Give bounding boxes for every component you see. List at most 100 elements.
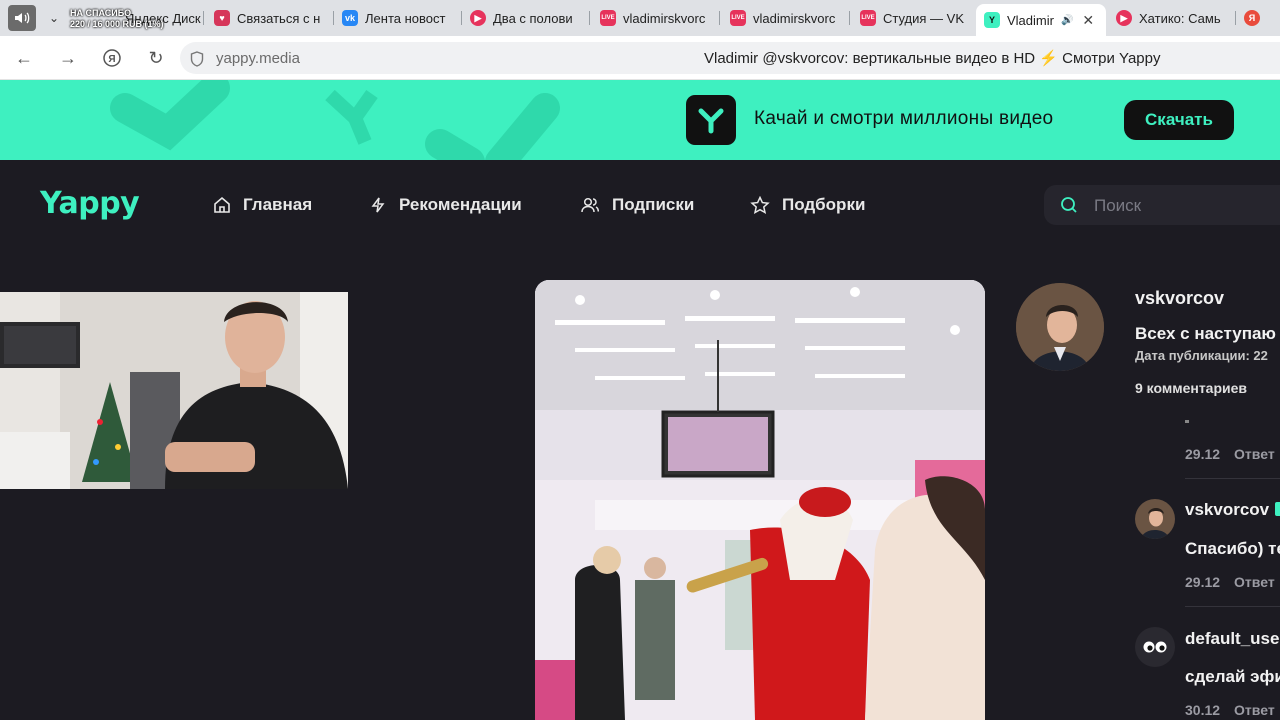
tab-title: Связаться с н — [237, 10, 321, 26]
yappy-icon: Y — [984, 12, 1000, 28]
nav-label: Подписки — [612, 195, 695, 214]
back-button[interactable]: ← — [12, 46, 36, 70]
comment-author-name: vskvorcov — [1185, 500, 1270, 519]
svg-text:Я: Я — [108, 54, 115, 65]
donation-progress: 220 / 16 000 RUB (1%) — [70, 19, 164, 29]
search-icon — [1061, 197, 1077, 213]
yandex-logo-icon: Я — [103, 49, 121, 67]
browser-tab[interactable]: vk Лента новост — [334, 4, 462, 32]
reload-button[interactable]: ↻ — [144, 46, 168, 70]
browser-tab[interactable]: LIVE vladimirskvorc — [722, 4, 850, 32]
tab-list-button[interactable]: ⌄ — [42, 5, 66, 31]
nav-item-subscriptions[interactable]: Подписки — [580, 195, 694, 215]
page-title: Vladimir @vskvorcov: вертикальные видео … — [704, 50, 1161, 67]
avatar-image — [1016, 283, 1104, 371]
browser-tab[interactable]: Я — [1236, 4, 1280, 32]
comment-avatar[interactable] — [1135, 499, 1175, 539]
yappy-logo-icon — [698, 108, 724, 134]
webcam-image — [0, 292, 348, 489]
download-button[interactable]: Скачать — [1124, 100, 1234, 140]
browser-tab[interactable]: ▶ Два с полови — [462, 4, 590, 32]
live-icon: LIVE — [730, 10, 746, 26]
verified-badge-icon — [1275, 502, 1280, 516]
tab-audio-button[interactable] — [8, 5, 36, 31]
promo-text: Качай и смотри миллионы видео — [754, 108, 1054, 129]
comment-meta: 30.12 Ответ — [1185, 702, 1275, 718]
search-placeholder: Поиск — [1094, 196, 1142, 215]
forward-button[interactable]: → — [56, 46, 80, 70]
arrow-right-icon: → — [59, 47, 77, 68]
tab-title: Лента новост — [365, 10, 446, 26]
comment-author-name[interactable]: default_user — [1185, 629, 1280, 649]
comment-divider — [1185, 606, 1280, 607]
comment-text: сделай эфи — [1185, 667, 1280, 686]
tab-title: Два с полови — [493, 10, 573, 26]
app-promo-banner: Качай и смотри миллионы видео Скачать — [0, 80, 1280, 160]
comment-divider — [1185, 478, 1280, 479]
chevron-down-icon: ⌄ — [48, 11, 60, 25]
tab-title: Vladimir — [1007, 12, 1054, 28]
heart-icon: ♥ — [214, 10, 230, 26]
comment-date: 29.12 — [1185, 446, 1221, 462]
browser-tab[interactable]: ♥ Связаться с н — [206, 4, 334, 32]
nav-item-collections[interactable]: Подборки — [750, 195, 865, 215]
author-avatar[interactable] — [1016, 283, 1104, 371]
default-avatar-eyes-icon — [1143, 641, 1167, 653]
site-header: Yappy Главная Рекомендации Подписки Подб… — [0, 160, 1280, 250]
vk-icon: vk — [342, 10, 358, 26]
comment-date: 29.12 — [1185, 574, 1221, 590]
comment-text: Спасибо) те — [1185, 539, 1280, 558]
live-icon: LIVE — [600, 10, 616, 26]
tab-title: Хатико: Самь — [1139, 10, 1221, 26]
url-text[interactable]: yappy.media — [216, 50, 300, 67]
author-name[interactable]: vskvorcov — [1135, 288, 1224, 309]
tab-title: vladimirskvorc — [753, 10, 836, 26]
close-icon[interactable]: ✕ — [1082, 12, 1094, 29]
speaker-icon[interactable]: 🔊 — [1061, 15, 1073, 26]
browser-tab[interactable]: LIVE vladimirskvorc — [592, 4, 720, 32]
video-frame — [535, 280, 985, 720]
yappy-app-logo — [686, 95, 736, 145]
yandex-home-button[interactable]: Я — [100, 46, 124, 70]
nav-item-home[interactable]: Главная — [213, 195, 312, 215]
nav-item-recommendations[interactable]: Рекомендации — [369, 195, 522, 215]
publication-date: Дата публикации: 22 — [1135, 348, 1268, 363]
play-icon: ▶ — [1116, 10, 1132, 26]
speaker-icon — [15, 12, 30, 24]
browser-tab[interactable]: LIVE Студия — VK — [852, 4, 974, 32]
arrow-left-icon: ← — [15, 47, 33, 68]
nav-label: Подборки — [782, 195, 866, 214]
comment-author[interactable]: vskvorcov — [1185, 500, 1280, 520]
nav-label: Главная — [243, 195, 313, 214]
reply-button[interactable]: Ответ — [1234, 446, 1275, 462]
address-bar: ← → Я ↻ yappy.media Vladimir @vskvorcov:… — [0, 36, 1280, 80]
post-description: Всех с наступаю — [1135, 324, 1276, 343]
yappy-logo[interactable]: Yappy — [40, 186, 140, 221]
browser-tab-active[interactable]: Y Vladimir 🔊 ✕ — [976, 4, 1106, 36]
comment-meta: 29.12 Ответ — [1185, 574, 1275, 590]
donation-title: НА СПАСИБО — [70, 8, 132, 18]
comment-date: 30.12 — [1185, 702, 1221, 718]
browser-tab[interactable]: ▶ Хатико: Самь — [1108, 4, 1236, 32]
search-input[interactable]: Поиск — [1044, 185, 1280, 225]
nav-label: Рекомендации — [399, 195, 522, 214]
reload-icon: ↻ — [148, 47, 164, 68]
reply-button[interactable]: Ответ — [1234, 574, 1275, 590]
comment-avatar[interactable] — [1135, 627, 1175, 667]
tab-title: Студия — VK — [883, 10, 965, 26]
video-player[interactable] — [535, 280, 985, 720]
live-icon: LIVE — [860, 10, 876, 26]
comment-meta: 29.12 Ответ — [1185, 446, 1275, 462]
people-icon — [581, 197, 600, 213]
tab-title: vladimirskvorc — [623, 10, 706, 26]
decorative-checkmarks — [110, 80, 560, 160]
yandex-icon: Я — [1244, 10, 1260, 26]
lightning-icon — [371, 197, 385, 213]
home-icon — [214, 196, 230, 213]
webcam-overlay — [0, 292, 348, 489]
reply-button[interactable]: Ответ — [1234, 702, 1275, 718]
comments-count: 9 комментариев — [1135, 380, 1248, 396]
omnibox[interactable]: yappy.media Vladimir @vskvorcov: вертика… — [180, 42, 1280, 74]
donation-overlay: НА СПАСИБО 220 / 16 000 RUB (1%) — [70, 8, 164, 30]
star-icon — [750, 196, 770, 214]
